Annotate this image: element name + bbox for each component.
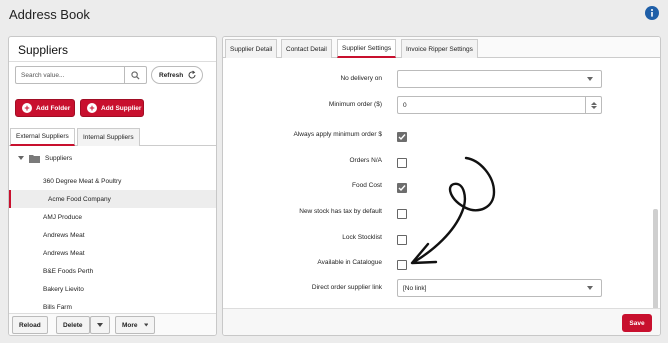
supplier-tabs: External Suppliers Internal Suppliers: [9, 128, 216, 146]
tab-supplier-settings[interactable]: Supplier Settings: [337, 39, 397, 58]
more-button[interactable]: More: [115, 316, 155, 334]
delete-button[interactable]: Delete: [56, 316, 90, 334]
minimum-order-value: 0: [403, 101, 407, 109]
always-apply-minimum-checkbox[interactable]: [397, 132, 407, 142]
info-icon[interactable]: [645, 6, 659, 20]
add-folder-label: Add Folder: [36, 104, 71, 112]
suppliers-panel: Suppliers Refresh + Add Folder + Add Sup…: [8, 36, 217, 336]
reload-label: Reload: [19, 321, 41, 329]
add-folder-button[interactable]: + Add Folder: [15, 99, 75, 117]
folder-icon: [29, 155, 40, 163]
search-button[interactable]: [124, 67, 146, 83]
suppliers-title: Suppliers: [18, 43, 69, 57]
caret-down-icon[interactable]: [18, 156, 24, 161]
right-footer: Save: [223, 308, 660, 335]
save-label: Save: [629, 319, 645, 327]
always-apply-minimum-label: Always apply minimum order $: [293, 131, 382, 138]
tab-invoice-ripper-settings[interactable]: Invoice Ripper Settings: [401, 39, 478, 58]
search-box: [15, 66, 147, 84]
tab-label: External Suppliers: [16, 133, 69, 140]
supplier-detail-panel: Supplier Detail Contact Detail Supplier …: [222, 36, 661, 336]
caret-down-icon: [143, 323, 148, 327]
search-input[interactable]: [16, 67, 124, 83]
check-icon: [398, 134, 406, 141]
no-delivery-select[interactable]: [397, 70, 602, 88]
tree-root[interactable]: Suppliers: [18, 154, 72, 163]
minimum-order-input[interactable]: 0: [397, 96, 602, 114]
tab-label: Contact Detail: [286, 45, 327, 53]
plus-icon: +: [22, 103, 32, 113]
add-supplier-button[interactable]: + Add Supplier: [80, 99, 144, 117]
left-footer: Reload Delete More: [9, 313, 216, 335]
new-stock-tax-checkbox[interactable]: [397, 209, 407, 219]
list-item[interactable]: Andrews Meat: [9, 226, 216, 244]
item-label: Andrews Meat: [43, 249, 85, 257]
refresh-icon: [188, 70, 196, 79]
tab-label: Internal Suppliers: [83, 134, 134, 141]
available-in-catalogue-checkbox[interactable]: [397, 260, 407, 270]
no-delivery-label: No delivery on: [340, 75, 382, 82]
spin-arrows-icon[interactable]: [585, 97, 601, 113]
orders-na-checkbox[interactable]: [397, 158, 407, 168]
tab-internal-suppliers[interactable]: Internal Suppliers: [77, 128, 140, 146]
list-item[interactable]: Bills Farm: [9, 298, 216, 312]
list-item-selected[interactable]: Acme Food Company: [9, 190, 216, 208]
direct-order-link-value: [No link]: [403, 284, 427, 292]
plus-icon: +: [87, 103, 97, 113]
search-icon: [131, 70, 140, 80]
settings-form: No delivery on Minimum order ($) 0 Alway…: [223, 59, 660, 319]
app-title: Address Book: [9, 7, 90, 22]
reload-button[interactable]: Reload: [12, 316, 48, 334]
refresh-label: Refresh: [159, 71, 184, 79]
tab-label: Supplier Settings: [342, 44, 392, 52]
lock-stocklist-checkbox[interactable]: [397, 235, 407, 245]
item-label: Bills Farm: [43, 303, 72, 311]
direct-order-link-label: Direct order supplier link: [311, 284, 382, 291]
available-in-catalogue-label: Available in Catalogue: [317, 259, 382, 266]
minimum-order-label: Minimum order ($): [328, 101, 382, 108]
list-item[interactable]: AMJ Produce: [9, 208, 216, 226]
delete-dropdown-button[interactable]: [90, 316, 110, 334]
food-cost-checkbox[interactable]: [397, 183, 407, 193]
item-label: Andrews Meat: [43, 231, 85, 239]
new-stock-tax-label: New stock has tax by default: [299, 208, 382, 215]
refresh-button[interactable]: Refresh: [151, 66, 203, 84]
more-label: More: [122, 321, 138, 329]
divider: [9, 61, 216, 62]
list-item[interactable]: Andrews Meat: [9, 244, 216, 262]
add-supplier-label: Add Supplier: [101, 104, 142, 112]
list-item[interactable]: B&E Foods Perth: [9, 262, 216, 280]
tab-contact-detail[interactable]: Contact Detail: [281, 39, 332, 58]
lock-stocklist-label: Lock Stocklist: [342, 234, 382, 241]
item-label: B&E Foods Perth: [43, 267, 94, 275]
tab-label: Invoice Ripper Settings: [406, 45, 473, 53]
chevron-down-icon: [587, 77, 593, 81]
orders-na-label: Orders N/A: [349, 157, 382, 164]
item-label: AMJ Produce: [43, 213, 83, 221]
scrollbar[interactable]: [653, 209, 658, 319]
save-button[interactable]: Save: [622, 314, 652, 332]
supplier-tree: Suppliers 360 Degree Meat & Poultry Acme…: [9, 149, 216, 312]
list-item[interactable]: 360 Degree Meat & Poultry: [9, 172, 216, 190]
caret-down-icon: [97, 323, 103, 327]
check-icon: [398, 185, 406, 192]
chevron-down-icon: [587, 286, 593, 290]
tab-label: Supplier Detail: [230, 45, 273, 53]
item-label: 360 Degree Meat & Poultry: [43, 177, 122, 185]
tab-supplier-detail[interactable]: Supplier Detail: [225, 39, 278, 58]
food-cost-label: Food Cost: [352, 182, 382, 189]
tree-root-label: Suppliers: [45, 155, 73, 162]
item-label: Acme Food Company: [48, 195, 111, 203]
direct-order-link-select[interactable]: [No link]: [397, 279, 602, 297]
delete-label: Delete: [63, 321, 83, 329]
item-label: Bakery Lievito: [43, 285, 84, 293]
detail-tabs: Supplier Detail Contact Detail Supplier …: [223, 37, 660, 58]
tab-external-suppliers[interactable]: External Suppliers: [10, 128, 75, 146]
list-item[interactable]: Bakery Lievito: [9, 280, 216, 298]
